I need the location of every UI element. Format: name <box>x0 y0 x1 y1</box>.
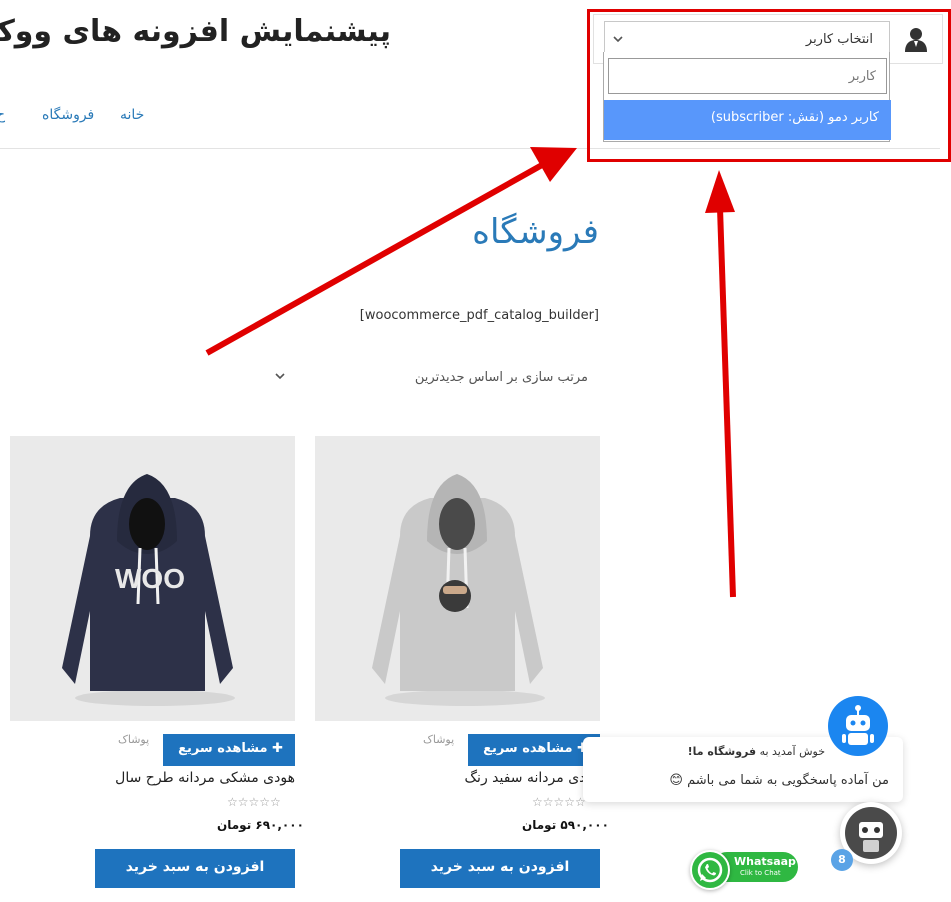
whatsapp-title: Whatsaap <box>734 855 796 868</box>
shortcode-text: [woocommerce_pdf_catalog_builder] <box>359 308 599 323</box>
annotation-arrow-vertical <box>717 207 736 598</box>
add-to-cart-button[interactable]: افزودن به سبد خرید <box>95 849 295 888</box>
add-to-cart-button[interactable]: افزودن به سبد خرید <box>400 849 600 888</box>
hoodie-print-logo: WOO <box>115 563 185 594</box>
hoodie-illustration: WOO <box>62 474 235 706</box>
product-title[interactable]: هودی مردانه سفید رنگ <box>465 770 600 786</box>
product-price: ۵۹۰,۰۰۰ تومان <box>522 818 609 832</box>
page-title: فروشگاه <box>472 212 599 252</box>
orderby-select[interactable]: مرتب سازی بر اساس جدیدترین <box>268 363 600 397</box>
product-image-black-hoodie[interactable]: WOO <box>10 436 295 721</box>
product-category[interactable]: پوشاک <box>118 733 149 746</box>
product-image-white-hoodie[interactable] <box>315 436 600 721</box>
orderby-label: مرتب سازی بر اساس جدیدترین <box>414 370 588 385</box>
chat-welcome-text: خوش آمدید به فروشگاه ما! <box>688 745 825 758</box>
plus-icon: ✚ <box>267 741 283 756</box>
chat-welcome-prefix: خوش آمدید به <box>756 745 825 758</box>
whatsapp-icon <box>690 850 730 890</box>
chevron-down-icon <box>272 368 288 388</box>
whatsapp-subtitle: Clik to Chat <box>740 869 781 877</box>
whatsapp-button[interactable]: Whatsaap Clik to Chat <box>690 850 798 890</box>
notification-badge: 8 <box>831 849 853 871</box>
robot-icon <box>842 705 874 745</box>
quick-view-button[interactable]: ✚ مشاهده سریع <box>468 734 600 766</box>
chatbot-avatar[interactable] <box>828 696 888 756</box>
quick-view-label: مشاهده سریع <box>483 741 573 756</box>
product-price: ۶۹۰,۰۰۰ تومان <box>217 818 304 832</box>
annotation-arrowhead-vertical <box>705 170 735 213</box>
quick-view-label: مشاهده سریع <box>178 741 268 756</box>
product-category[interactable]: پوشاک <box>423 733 454 746</box>
chat-store-name: فروشگاه ما! <box>687 745 757 758</box>
rating-stars: ☆☆☆☆☆ <box>532 795 586 809</box>
annotation-arrow-diagonal <box>205 162 544 356</box>
product-title[interactable]: هودی مشکی مردانه طرح سال <box>115 770 295 786</box>
rating-stars: ☆☆☆☆☆ <box>227 795 281 809</box>
quick-view-button[interactable]: ✚ مشاهده سریع <box>163 734 295 766</box>
hoodie-illustration <box>372 474 545 706</box>
chat-message: من آماده پاسخگویی به شما می باشم 😊 <box>669 773 889 788</box>
